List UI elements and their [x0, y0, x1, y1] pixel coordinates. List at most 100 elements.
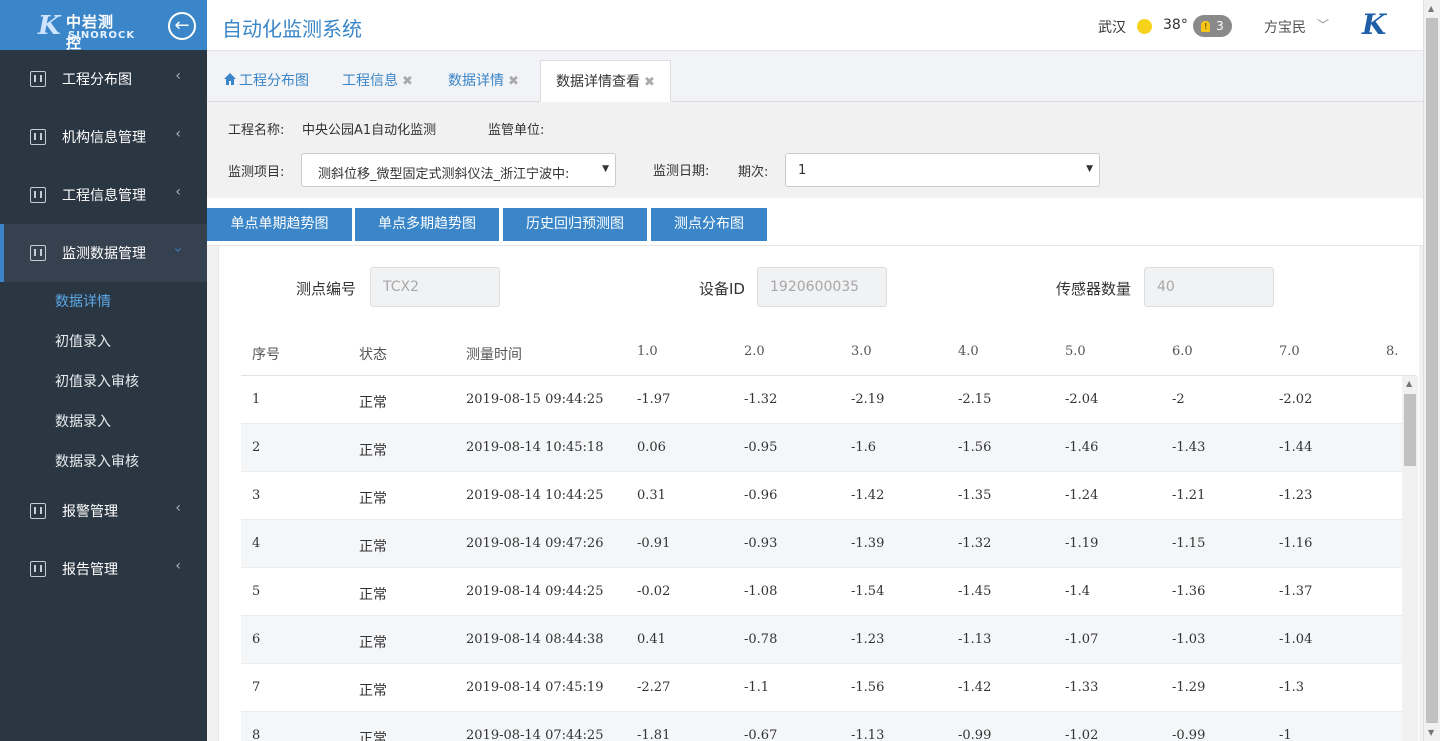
- table-cell: 6: [252, 632, 261, 647]
- scrollbar-thumb[interactable]: [1404, 394, 1416, 466]
- regression-forecast-button[interactable]: 历史回归预测图: [503, 208, 647, 241]
- submenu-item-data-entry[interactable]: 数据录入: [0, 402, 207, 442]
- table-cell: -1.97: [637, 392, 671, 407]
- sidebar-item-monitoring-data[interactable]: 监测数据管理 ‹: [0, 224, 207, 282]
- alert-badge[interactable]: ! 3: [1193, 15, 1232, 37]
- monitoring-item-select[interactable]: 测斜位移_微型固定式测斜仪法_浙江宁波中: ▼: [301, 153, 616, 187]
- table-row[interactable]: 2 正常 2019-08-14 10:45:18 0.06 -0.95 -1.6 -1.56…: [241, 424, 1402, 472]
- table-cell: -1.1: [744, 680, 770, 695]
- chevron-down-icon[interactable]: ﹀: [1317, 16, 1329, 33]
- table-cell: -1.35: [958, 488, 992, 503]
- table-cell: -1.45: [958, 584, 992, 599]
- table-row[interactable]: 5 正常 2019-08-14 09:44:25 -0.02 -1.08 -1.54 -1.…: [241, 568, 1402, 616]
- table-row[interactable]: 6 正常 2019-08-14 08:44:38 0.41 -0.78 -1.23 -1.1…: [241, 616, 1402, 664]
- close-icon[interactable]: ✖: [402, 74, 413, 89]
- tab-data-detail-view[interactable]: 数据详情查看 ✖: [540, 60, 671, 102]
- table-cell: 正常: [359, 731, 387, 741]
- table-row[interactable]: 8 正常 2019-08-14 07:44:25 -1.81 -0.67 -1.13 -0.…: [241, 712, 1402, 741]
- table-cell: -1.32: [958, 536, 992, 551]
- sinorock-logo[interactable]: K 中岩测控 SINOROCK: [38, 9, 134, 52]
- submenu-item-data-detail[interactable]: 数据详情: [0, 282, 207, 322]
- module-icon: [30, 129, 46, 145]
- sun-icon: [1137, 19, 1152, 34]
- table-cell: -1.36: [1172, 584, 1206, 599]
- point-id-field[interactable]: TCX2: [370, 267, 500, 307]
- weather-city: 武汉: [1098, 20, 1126, 36]
- tab-label: 数据详情: [448, 73, 504, 89]
- tab-project-info[interactable]: 工程信息 ✖: [342, 60, 413, 102]
- table-row[interactable]: 1 正常 2019-08-15 09:44:25 -1.97 -1.32 -2.19 -2.…: [241, 376, 1402, 424]
- table-cell: -1.24: [1065, 488, 1099, 503]
- monitoring-submenu: 数据详情 初值录入 初值录入审核 数据录入 数据录入审核: [0, 282, 207, 482]
- project-name-label: 工程名称:: [228, 123, 285, 138]
- multi-period-trend-button[interactable]: 单点多期趋势图: [355, 208, 499, 241]
- sidebar-item-project-map[interactable]: 工程分布图 ‹: [0, 50, 207, 108]
- brand-bar: K 中岩测控 SINOROCK ←: [0, 0, 207, 52]
- table-cell: -1.42: [958, 680, 992, 695]
- page-scrollbar[interactable]: ▲ ▼: [1423, 0, 1440, 741]
- user-menu[interactable]: 方宝民: [1264, 17, 1306, 37]
- close-icon[interactable]: ✖: [644, 75, 655, 90]
- point-distribution-button[interactable]: 测点分布图: [651, 208, 767, 241]
- table-cell: -1.23: [1279, 488, 1313, 503]
- device-id-label: 设备ID: [699, 280, 745, 298]
- module-icon: [30, 71, 46, 87]
- table-body: 1 正常 2019-08-15 09:44:25 -1.97 -1.32 -2.19 -2.…: [241, 376, 1402, 741]
- table-cell: -1.08: [744, 584, 778, 599]
- submenu-item-data-review[interactable]: 数据录入审核: [0, 442, 207, 482]
- sidebar-item-label: 报警管理: [62, 504, 118, 520]
- tab-project-map[interactable]: 工程分布图: [223, 60, 309, 102]
- table-cell: -1.16: [1279, 536, 1313, 551]
- single-period-trend-button[interactable]: 单点单期趋势图: [207, 208, 352, 241]
- caret-down-icon: ▼: [599, 164, 609, 174]
- sidebar-item-report[interactable]: 报告管理 ‹: [0, 540, 207, 598]
- sidebar-item-label: 工程分布图: [62, 72, 132, 88]
- scroll-down-icon[interactable]: ▼: [1428, 728, 1434, 737]
- column-header: 测量时间: [466, 347, 522, 363]
- table-cell: -0.99: [1172, 728, 1206, 741]
- table-cell: -1.19: [1065, 536, 1099, 551]
- close-icon[interactable]: ✖: [508, 74, 519, 89]
- sensor-count-label: 传感器数量: [1056, 280, 1132, 298]
- period-label: 期次:: [738, 165, 769, 180]
- collapse-sidebar-button[interactable]: ←: [168, 12, 196, 40]
- table-cell: -1.44: [1279, 440, 1313, 455]
- table-cell: -0.95: [744, 440, 778, 455]
- column-header: 6.0: [1172, 344, 1193, 359]
- table-cell: -1.81: [637, 728, 671, 741]
- sensor-count-field[interactable]: 40: [1144, 267, 1274, 307]
- table-cell: -1: [1279, 728, 1292, 741]
- table-cell: -1.21: [1172, 488, 1206, 503]
- table-cell: -1.29: [1172, 680, 1206, 695]
- column-header: 1.0: [637, 344, 658, 359]
- submenu-item-initial-review[interactable]: 初值录入审核: [0, 362, 207, 402]
- period-select[interactable]: 1 ▼: [785, 153, 1100, 187]
- tab-data-detail[interactable]: 数据详情 ✖: [448, 60, 519, 102]
- table-cell: -1.54: [851, 584, 885, 599]
- table-scrollbar[interactable]: ▲: [1402, 376, 1418, 741]
- sidebar-item-alarm[interactable]: 报警管理 ‹: [0, 482, 207, 540]
- table-cell: 正常: [359, 443, 387, 459]
- table-row[interactable]: 7 正常 2019-08-14 07:45:19 -2.27 -1.1 -1.56 -1.4…: [241, 664, 1402, 712]
- sidebar-item-project-info[interactable]: 工程信息管理 ‹: [0, 166, 207, 224]
- table-cell: 0.31: [637, 488, 666, 503]
- table-cell: -0.93: [744, 536, 778, 551]
- table-cell: 8: [252, 728, 261, 741]
- table-cell: -0.99: [958, 728, 992, 741]
- scroll-up-icon[interactable]: ▲: [1406, 379, 1412, 388]
- table-cell: 2019-08-14 10:45:18: [466, 440, 604, 455]
- scrollbar-thumb[interactable]: [1426, 18, 1438, 723]
- tab-bar: 工程分布图 工程信息 ✖ 数据详情 ✖ 数据详情查看 ✖: [207, 51, 1423, 102]
- device-id-field[interactable]: 1920600035: [757, 267, 887, 307]
- table-row[interactable]: 4 正常 2019-08-14 09:47:26 -0.91 -0.93 -1.39 -1.…: [241, 520, 1402, 568]
- table-row[interactable]: 3 正常 2019-08-14 10:44:25 0.31 -0.96 -1.42 -1.3…: [241, 472, 1402, 520]
- sidebar-item-label: 监测数据管理: [62, 246, 146, 262]
- module-icon: [30, 503, 46, 519]
- chevron-left-icon: ‹: [175, 126, 181, 142]
- chevron-left-icon: ‹: [175, 184, 181, 200]
- scroll-up-icon[interactable]: ▲: [1428, 4, 1434, 13]
- module-icon: [30, 245, 46, 261]
- sidebar-menu-lower: 报警管理 ‹ 报告管理 ‹: [0, 482, 207, 598]
- submenu-item-initial-entry[interactable]: 初值录入: [0, 322, 207, 362]
- sidebar-item-org-info[interactable]: 机构信息管理 ‹: [0, 108, 207, 166]
